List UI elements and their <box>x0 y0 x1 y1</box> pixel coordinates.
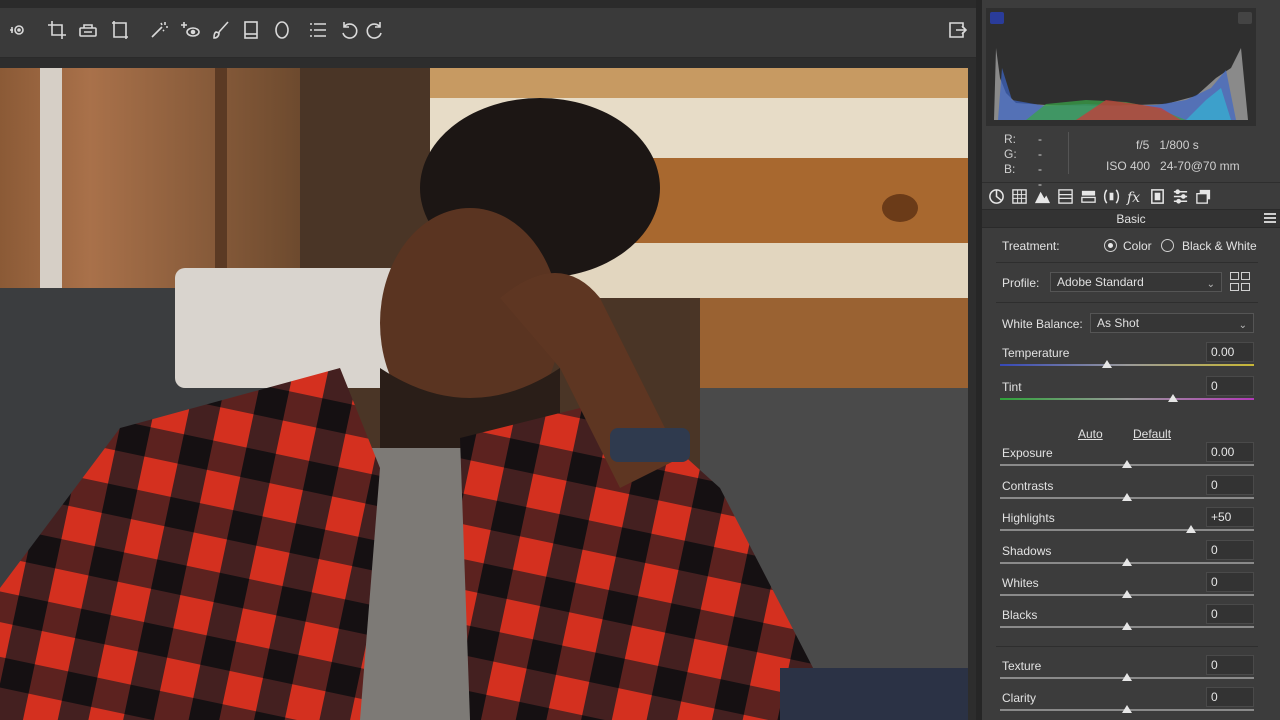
r-label: R: <box>1004 132 1016 146</box>
clarity-label: Clarity <box>1002 691 1037 705</box>
highlights-label: Highlights <box>1002 511 1055 525</box>
info-separator <box>1068 132 1069 174</box>
iso: ISO 400 <box>1106 159 1151 173</box>
lens-corrections-icon[interactable] <box>1101 186 1121 206</box>
contrasts-value-field[interactable]: 0 <box>1206 475 1254 495</box>
texture-value-field[interactable]: 0 <box>1206 655 1254 675</box>
adjustment-brush-icon[interactable] <box>209 18 233 42</box>
top-toolbar <box>0 0 976 58</box>
texture-label: Texture <box>1002 659 1042 673</box>
white-balance-value: As Shot <box>1097 316 1140 330</box>
default-button[interactable]: Default <box>1133 427 1171 441</box>
profile-label: Profile: <box>1002 276 1040 290</box>
contrasts-label: Contrasts <box>1002 479 1054 493</box>
chevron-down-icon: ⌄ <box>1238 320 1247 331</box>
detail-icon[interactable] <box>1032 186 1052 206</box>
b-label: B: <box>1004 162 1016 176</box>
tint-slider-thumb[interactable] <box>1167 394 1178 402</box>
treatment-color-label: Color <box>1123 239 1152 253</box>
exposure-value-field[interactable]: 0.00 <box>1206 442 1254 462</box>
hsl-icon[interactable] <box>1055 186 1075 206</box>
graduated-filter-icon[interactable] <box>239 18 263 42</box>
divider <box>996 262 1258 263</box>
treatment-label: Treatment: <box>1002 239 1060 253</box>
snapshots-icon[interactable] <box>1193 186 1213 206</box>
radial-filter-icon[interactable] <box>270 18 294 42</box>
auto-button[interactable]: Auto <box>1078 427 1103 441</box>
highlights-slider-track[interactable] <box>1000 529 1254 531</box>
chevron-down-icon: ⌄ <box>1206 279 1215 290</box>
white-balance-dropdown[interactable]: As Shot ⌄ <box>1090 313 1254 333</box>
lens: 24-70@70 mm <box>1160 159 1240 173</box>
temperature-slider-track[interactable] <box>1000 364 1254 366</box>
shutter-speed: 1/800 s <box>1159 138 1199 152</box>
photo-illustration <box>0 68 968 720</box>
clarity-value-field[interactable]: 0 <box>1206 687 1254 707</box>
whites-slider-thumb[interactable] <box>1122 590 1132 598</box>
rotate-left-icon[interactable] <box>337 18 361 42</box>
blacks-slider-thumb[interactable] <box>1122 622 1132 630</box>
whites-value-field[interactable]: 0 <box>1206 572 1254 592</box>
tone-curve-icon[interactable] <box>1009 186 1029 206</box>
list-icon[interactable] <box>306 18 330 42</box>
panel-tabs: fx <box>982 182 1280 208</box>
divider <box>996 302 1258 303</box>
profile-value: Adobe Standard <box>1057 275 1144 289</box>
exposure-label: Exposure <box>1002 446 1053 460</box>
split-toning-icon[interactable] <box>1078 186 1098 206</box>
image-canvas[interactable] <box>0 58 976 720</box>
camera-raw-window: R:---- G:---- B:---- f/5 1/800 s ISO 400… <box>0 0 1280 720</box>
aperture: f/5 <box>1136 138 1150 152</box>
basic-section-header: Basic <box>982 209 1280 228</box>
profile-dropdown[interactable]: Adobe Standard ⌄ <box>1050 272 1222 292</box>
section-title: Basic <box>1116 212 1146 226</box>
adjustments-panel: R:---- G:---- B:---- f/5 1/800 s ISO 400… <box>982 0 1280 720</box>
tint-label: Tint <box>1002 380 1022 394</box>
contrasts-slider-thumb[interactable] <box>1122 493 1132 501</box>
crop-icon[interactable] <box>45 18 69 42</box>
exif-info: R:---- G:---- B:---- f/5 1/800 s ISO 400… <box>982 128 1280 221</box>
white-balance-label: White Balance: <box>1002 317 1083 331</box>
tint-value-field[interactable]: 0 <box>1206 376 1254 396</box>
temperature-slider-thumb[interactable] <box>1101 360 1112 368</box>
shadows-value-field[interactable]: 0 <box>1206 540 1254 560</box>
temperature-label: Temperature <box>1002 346 1070 360</box>
clarity-slider-thumb[interactable] <box>1122 705 1132 713</box>
exposure-slider-thumb[interactable] <box>1122 460 1132 468</box>
shadows-label: Shadows <box>1002 544 1052 558</box>
profile-browser-icon[interactable] <box>1230 272 1252 292</box>
divider <box>996 646 1258 647</box>
effects-icon[interactable]: fx <box>1124 186 1144 206</box>
menu-icon[interactable] <box>1264 213 1276 224</box>
treatment-bw-radio[interactable] <box>1161 239 1174 252</box>
blacks-value-field[interactable]: 0 <box>1206 604 1254 624</box>
histogram <box>986 8 1256 126</box>
treatment-color-radio[interactable] <box>1104 239 1117 252</box>
preview-photo <box>0 68 968 720</box>
whites-label: Whites <box>1002 576 1039 590</box>
blacks-label: Blacks <box>1002 608 1038 622</box>
texture-slider-thumb[interactable] <box>1122 673 1132 681</box>
shadows-slider-thumb[interactable] <box>1122 558 1132 566</box>
highlights-slider-thumb[interactable] <box>1185 525 1196 533</box>
svg-text:fx: fx <box>1126 190 1140 205</box>
export-icon[interactable] <box>945 18 969 42</box>
transform-icon[interactable] <box>108 18 132 42</box>
red-eye-icon[interactable] <box>178 18 202 42</box>
rotate-right-icon[interactable] <box>363 18 387 42</box>
g-label: G: <box>1004 147 1017 161</box>
healing-brush-icon[interactable] <box>147 18 171 42</box>
presets-icon[interactable] <box>1170 186 1190 206</box>
temperature-value-field[interactable]: 0.00 <box>1206 342 1254 362</box>
highlights-value-field[interactable]: +50 <box>1206 507 1254 527</box>
spot-removal-icon[interactable] <box>76 18 100 42</box>
treatment-bw-label: Black & White <box>1182 239 1257 253</box>
tint-slider-track[interactable] <box>1000 398 1254 400</box>
targeted-adjust-icon[interactable] <box>6 18 30 42</box>
histogram-graph <box>994 48 1248 120</box>
calibration-icon[interactable] <box>1147 186 1167 206</box>
basic-icon[interactable] <box>986 186 1006 206</box>
